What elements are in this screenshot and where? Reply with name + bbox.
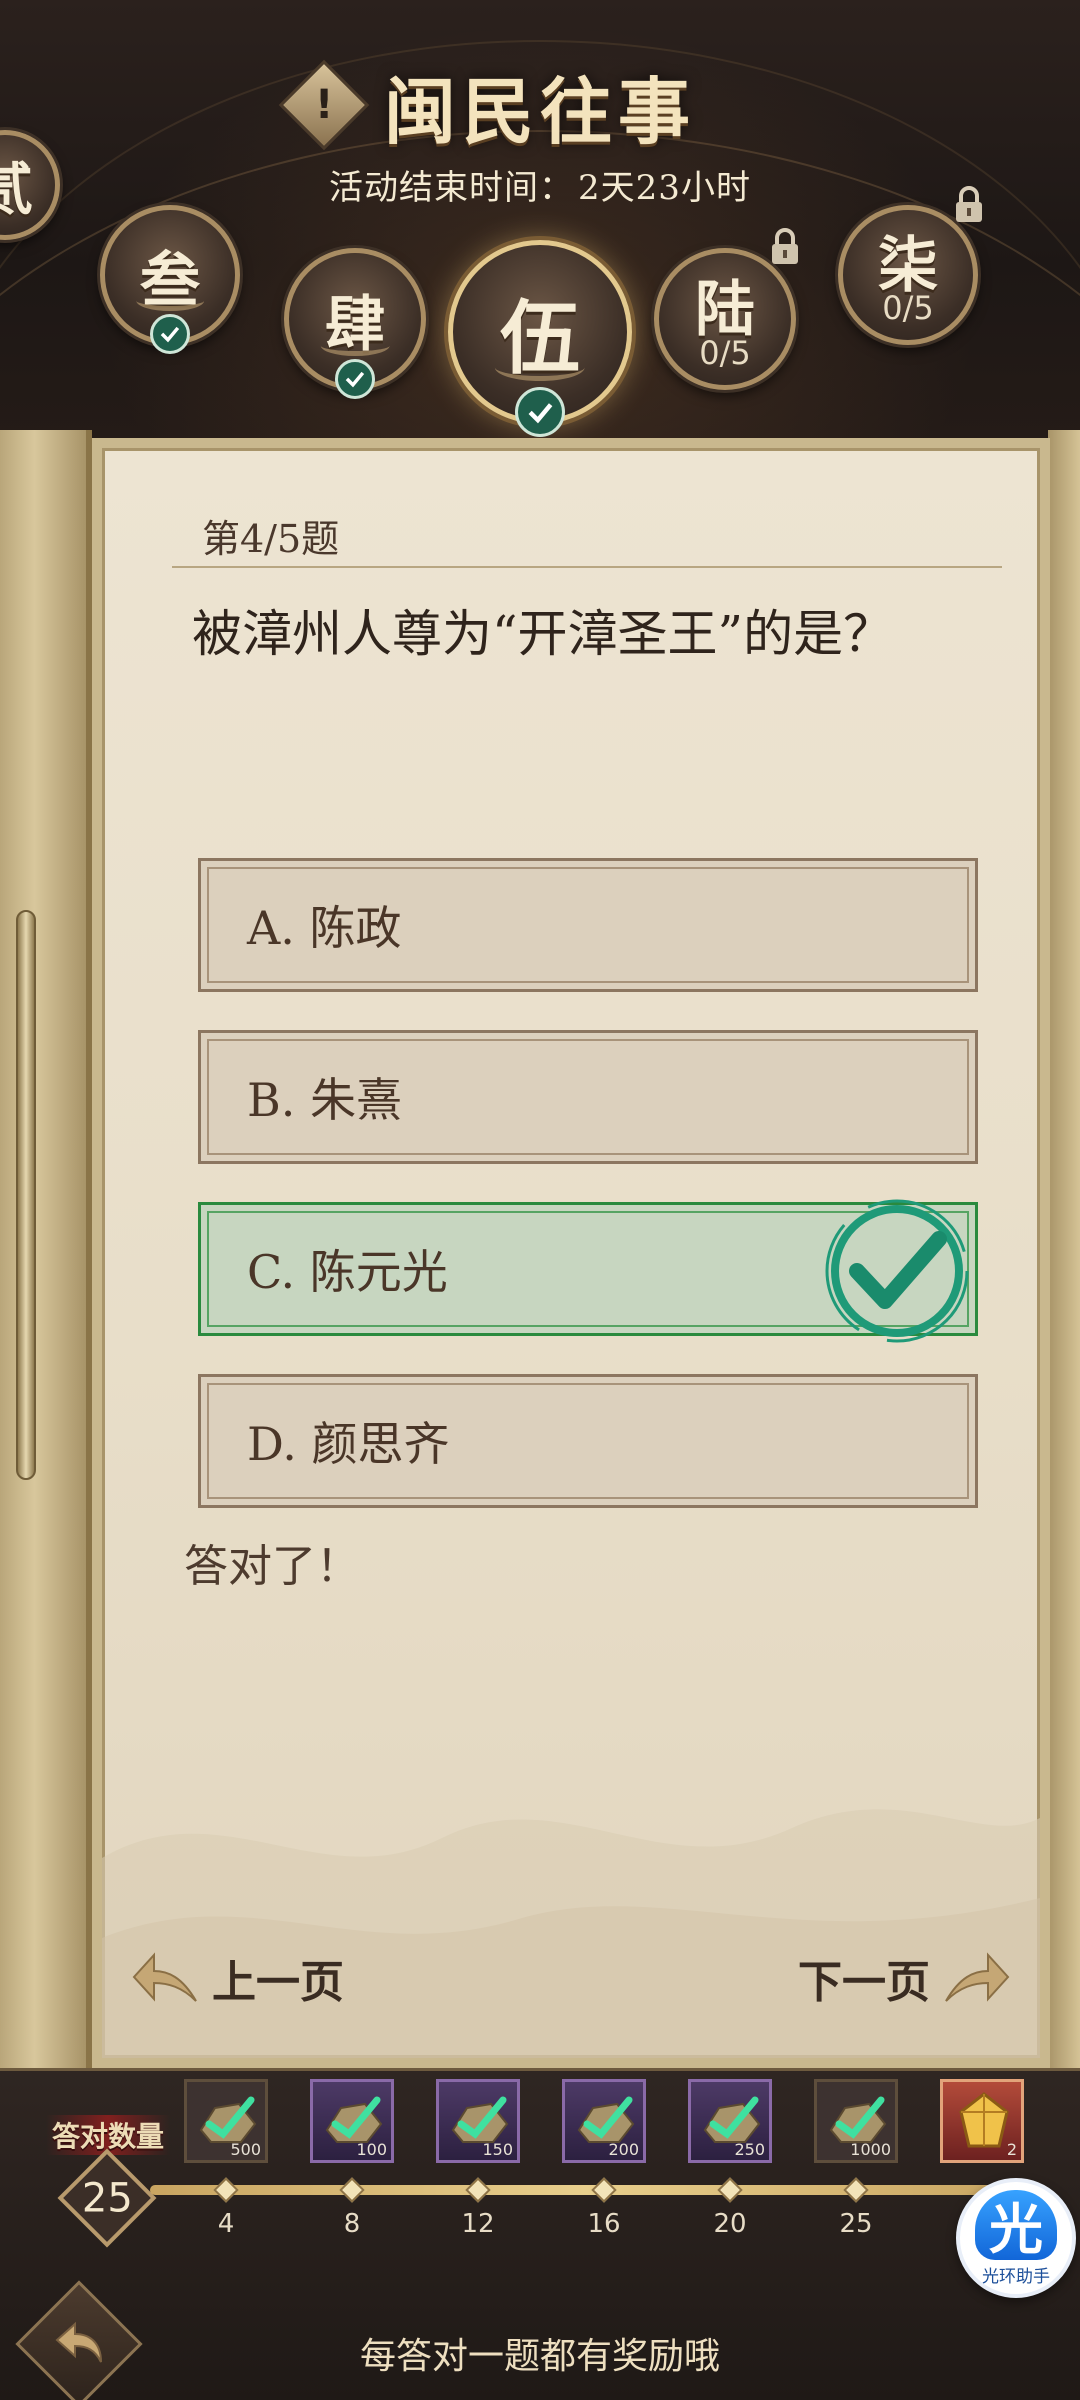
title-row: ! 闽民往事 bbox=[0, 59, 1080, 154]
scroll-left-panel bbox=[0, 430, 92, 2070]
option-label: C. 陈元光 bbox=[247, 1245, 448, 1299]
chapter-4-medallion[interactable]: 肆 bbox=[284, 248, 426, 399]
reward-item[interactable]: 500 bbox=[184, 2079, 268, 2163]
question-counter: 第4/5题 bbox=[202, 517, 340, 561]
milestone-marker bbox=[591, 2177, 617, 2203]
milestone-number: 25 bbox=[839, 2209, 873, 2239]
scroll-rod bbox=[16, 910, 36, 1480]
check-badge-icon bbox=[335, 359, 375, 399]
prev-page-label: 上一页 bbox=[212, 1957, 344, 2008]
reward-hint: 每答对一题都有奖励哦 bbox=[359, 2336, 720, 2377]
reward-bar: 答对数量 25 500 4 100 8 150 12 200 16 250 20 1000 25 2 每… bbox=[0, 2068, 1080, 2400]
milestone-marker bbox=[465, 2177, 491, 2203]
question-text: 被漳州人尊为“开漳圣王”的是？ bbox=[192, 605, 894, 663]
next-page-label: 下一页 bbox=[798, 1957, 930, 2008]
chapter-7-medallion-locked[interactable]: 柒 0/5 bbox=[838, 205, 978, 345]
reward-quantity: 250 bbox=[734, 2140, 765, 2159]
milestone-marker bbox=[213, 2177, 239, 2203]
option-b[interactable]: B. 朱熹 bbox=[198, 1030, 978, 1164]
event-timer: 活动结束时间： 2天23小时 bbox=[0, 160, 1080, 209]
event-header: ! 闽民往事 活动结束时间： 2天23小时 贰 叁 肆 伍 陆 0/5 柒 0/… bbox=[0, 0, 1080, 440]
assistant-label: 光环助手 bbox=[982, 2266, 1050, 2287]
correct-check-icon bbox=[825, 1199, 969, 1343]
page-title: 闽民往事 bbox=[383, 68, 696, 154]
chapter-5-medallion-active[interactable]: 伍 bbox=[448, 240, 632, 437]
divider bbox=[172, 566, 1002, 568]
option-d[interactable]: D. 颜思齐 bbox=[198, 1374, 978, 1508]
reward-quantity: 2 bbox=[1006, 2140, 1017, 2159]
option-a[interactable]: A. 陈政 bbox=[198, 858, 978, 992]
reward-item[interactable]: 150 bbox=[436, 2079, 520, 2163]
prev-page-button[interactable]: 上一页 bbox=[132, 1946, 344, 2010]
milestone-number: 8 bbox=[343, 2209, 361, 2239]
next-page-button[interactable]: 下一页 bbox=[798, 1946, 1010, 2010]
reward-item[interactable]: 250 bbox=[688, 2079, 772, 2163]
reward-quantity: 150 bbox=[482, 2140, 513, 2159]
book-icon bbox=[136, 291, 204, 312]
scroll-right-edge bbox=[1048, 430, 1080, 2070]
reward-item[interactable]: 100 bbox=[310, 2079, 394, 2163]
assistant-logo: 光 bbox=[975, 2189, 1057, 2261]
correct-count-badge: 25 bbox=[57, 2148, 157, 2248]
milestone-number: 4 bbox=[217, 2209, 235, 2239]
milestone-marker bbox=[339, 2177, 365, 2203]
reward-quantity: 100 bbox=[356, 2140, 387, 2159]
option-c-correct[interactable]: C. 陈元光 bbox=[198, 1199, 978, 1343]
chapter-3-medallion[interactable]: 叁 bbox=[100, 205, 240, 354]
book-icon bbox=[494, 353, 586, 381]
milestone-number: 16 bbox=[587, 2209, 621, 2239]
timer-label: 活动结束时间： bbox=[329, 168, 575, 208]
progress-track bbox=[150, 2185, 1020, 2195]
arrow-right-icon bbox=[945, 1952, 1010, 2002]
option-label: D. 颜思齐 bbox=[247, 1417, 450, 1471]
timer-value: 2天23小时 bbox=[578, 168, 751, 208]
chapter-6-medallion-locked[interactable]: 陆 0/5 bbox=[654, 248, 796, 390]
check-badge-icon bbox=[150, 314, 190, 354]
milestone-number: 12 bbox=[461, 2209, 495, 2239]
reward-quantity: 1000 bbox=[850, 2140, 891, 2159]
answer-feedback: 答对了！ bbox=[184, 1541, 360, 1592]
chapter-progress: 0/5 bbox=[699, 333, 751, 372]
quiz-card: 第4/5题 被漳州人尊为“开漳圣王”的是？ A. 陈政 B. 朱熹 C. 陈元光… bbox=[92, 438, 1050, 2068]
reward-quantity: 200 bbox=[608, 2140, 639, 2159]
halo-assistant-button[interactable]: 光 光环助手 bbox=[956, 2178, 1076, 2298]
reward-item[interactable]: 1000 bbox=[814, 2079, 898, 2163]
reward-quantity: 500 bbox=[230, 2140, 261, 2159]
arrow-left-icon bbox=[132, 1952, 197, 2002]
correct-count-value: 25 bbox=[81, 2175, 133, 2221]
milestone-number: 20 bbox=[713, 2209, 747, 2239]
book-icon bbox=[320, 335, 390, 356]
option-label: A. 陈政 bbox=[247, 901, 402, 955]
milestone-marker bbox=[717, 2177, 743, 2203]
lock-icon bbox=[772, 228, 798, 264]
chapter-progress: 0/5 bbox=[882, 289, 934, 327]
lock-icon bbox=[956, 186, 982, 222]
info-icon[interactable]: ! bbox=[278, 59, 370, 151]
option-label: B. 朱熹 bbox=[247, 1073, 403, 1127]
reward-item[interactable]: 2 bbox=[940, 2079, 1024, 2163]
reward-item[interactable]: 200 bbox=[562, 2079, 646, 2163]
check-badge-icon bbox=[515, 387, 565, 437]
milestone-marker bbox=[843, 2177, 869, 2203]
